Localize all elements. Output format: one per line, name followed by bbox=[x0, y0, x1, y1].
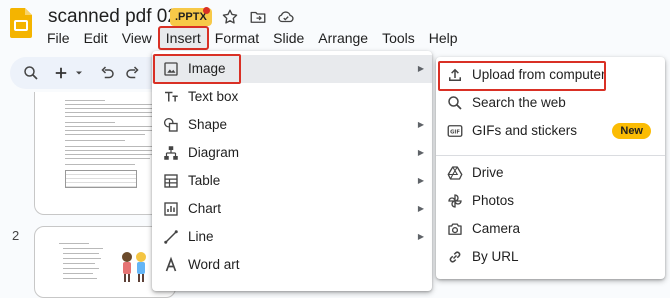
chart-icon bbox=[162, 200, 180, 218]
submenu-item-camera[interactable]: Camera bbox=[436, 215, 665, 243]
menu-bar: File Edit View Insert Format Slide Arran… bbox=[40, 26, 465, 50]
menu-tools[interactable]: Tools bbox=[375, 27, 422, 49]
gif-icon: GIF bbox=[446, 122, 464, 140]
image-highlight-box bbox=[153, 54, 241, 84]
word-art-icon bbox=[162, 256, 180, 274]
menu-edit[interactable]: Edit bbox=[77, 27, 115, 49]
insert-menu: Image ▶ Text box Shape ▶ Diagram ▶ Table… bbox=[152, 51, 432, 291]
zoom-icon[interactable] bbox=[22, 64, 40, 82]
menu-item-diagram[interactable]: Diagram ▶ bbox=[152, 139, 432, 167]
camera-icon bbox=[446, 220, 464, 238]
upload-highlight-box bbox=[438, 61, 606, 91]
menu-item-line[interactable]: Line ▶ bbox=[152, 223, 432, 251]
submenu-item-photos[interactable]: Photos bbox=[436, 187, 665, 215]
menu-item-table[interactable]: Table ▶ bbox=[152, 167, 432, 195]
table-icon bbox=[162, 172, 180, 190]
menu-item-chart[interactable]: Chart ▶ bbox=[152, 195, 432, 223]
submenu-item-search-the-web[interactable]: Search the web bbox=[436, 89, 665, 117]
submenu-arrow-icon: ▶ bbox=[417, 204, 424, 213]
menu-help[interactable]: Help bbox=[422, 27, 465, 49]
photos-icon bbox=[446, 192, 464, 210]
submenu-divider bbox=[436, 155, 665, 156]
undo-icon[interactable] bbox=[98, 64, 116, 82]
submenu-item-drive[interactable]: Drive bbox=[436, 159, 665, 187]
menu-insert[interactable]: Insert bbox=[157, 26, 209, 50]
slide-1-table bbox=[65, 170, 137, 188]
submenu-item-gifs-and-stickers[interactable]: GIF GIFs and stickers New bbox=[436, 117, 665, 145]
submenu-arrow-icon: ▶ bbox=[417, 120, 424, 129]
shape-icon bbox=[162, 116, 180, 134]
search-icon bbox=[446, 94, 464, 112]
document-title[interactable]: scanned pdf 02 bbox=[48, 6, 178, 28]
menu-arrange[interactable]: Arrange bbox=[311, 27, 375, 49]
children-illustration-icon bbox=[117, 249, 151, 285]
move-to-folder-icon[interactable] bbox=[249, 8, 267, 26]
submenu-arrow-icon: ▶ bbox=[417, 176, 424, 185]
text-box-icon bbox=[162, 88, 180, 106]
star-icon[interactable] bbox=[221, 8, 239, 26]
slides-app-icon[interactable] bbox=[10, 8, 32, 38]
submenu-item-by-url[interactable]: By URL bbox=[436, 243, 665, 271]
menu-format[interactable]: Format bbox=[208, 27, 266, 49]
menu-item-word-art[interactable]: Word art bbox=[152, 251, 432, 279]
submenu-arrow-icon: ▶ bbox=[417, 64, 424, 73]
submenu-arrow-icon: ▶ bbox=[417, 148, 424, 157]
add-icon[interactable] bbox=[52, 64, 70, 82]
svg-text:GIF: GIF bbox=[450, 130, 460, 136]
new-badge: New bbox=[612, 123, 651, 139]
badge-notification-dot bbox=[203, 7, 210, 14]
menu-view[interactable]: View bbox=[115, 27, 159, 49]
submenu-arrow-icon: ▶ bbox=[417, 232, 424, 241]
diagram-icon bbox=[162, 144, 180, 162]
menu-item-shape[interactable]: Shape ▶ bbox=[152, 111, 432, 139]
slide-number-2: 2 bbox=[12, 228, 20, 243]
line-icon bbox=[162, 228, 180, 246]
link-icon bbox=[446, 248, 464, 266]
redo-icon[interactable] bbox=[124, 64, 142, 82]
drive-icon bbox=[446, 164, 464, 182]
cloud-saved-icon[interactable] bbox=[277, 8, 295, 26]
dropdown-icon[interactable] bbox=[70, 64, 88, 82]
menu-file[interactable]: File bbox=[40, 27, 77, 49]
menu-item-text-box[interactable]: Text box bbox=[152, 83, 432, 111]
menu-slide[interactable]: Slide bbox=[266, 27, 311, 49]
